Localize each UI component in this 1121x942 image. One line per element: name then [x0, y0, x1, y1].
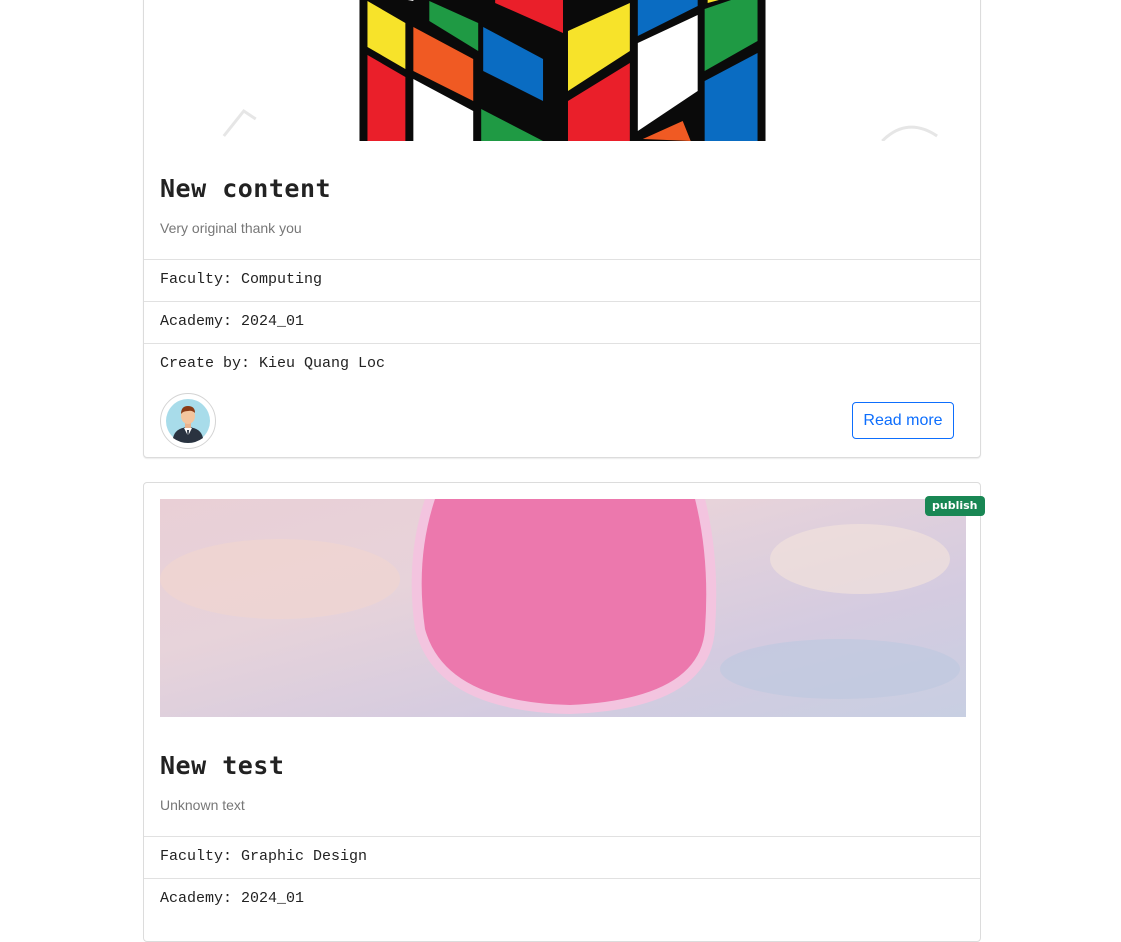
post-card: New content Very original thank you Facu… [143, 0, 981, 458]
post-academy-text: Academy: 2024_01 [160, 890, 304, 907]
creator-label: Create by: [160, 355, 251, 372]
academy-value: 2024_01 [241, 890, 305, 907]
post-title: New test [160, 751, 285, 780]
creator-value: Kieu Quang Loc [259, 355, 386, 372]
post-image-pink-blob [160, 499, 966, 717]
post-academy-row: Academy: 2024_01 [144, 301, 980, 343]
faculty-label: Faculty: [160, 848, 233, 865]
post-faculty-text: Faculty: Graphic Design [160, 848, 367, 865]
post-description: Unknown text [160, 797, 245, 813]
creator-avatar [160, 393, 216, 449]
post-academy-row: Academy: 2024_01 [144, 878, 980, 920]
read-more-button[interactable]: Read more [852, 402, 954, 439]
status-badge: publish [925, 496, 985, 516]
faculty-value: Computing [241, 271, 323, 288]
post-creator-text: Create by: Kieu Quang Loc [160, 355, 385, 372]
post-image-rubiks-cube [144, 0, 980, 141]
post-title: New content [160, 174, 332, 203]
academy-label: Academy: [160, 313, 233, 330]
faculty-label: Faculty: [160, 271, 233, 288]
post-faculty-text: Faculty: Computing [160, 271, 322, 288]
post-faculty-row: Faculty: Graphic Design [144, 836, 980, 878]
post-card: publish New test Unknown text Faculty: G… [143, 482, 985, 942]
post-faculty-row: Faculty: Computing [144, 259, 980, 301]
post-academy-text: Academy: 2024_01 [160, 313, 304, 330]
academy-label: Academy: [160, 890, 233, 907]
post-creator-row: Create by: Kieu Quang Loc [144, 343, 980, 457]
user-avatar-icon [166, 399, 210, 443]
faculty-value: Graphic Design [241, 848, 368, 865]
academy-value: 2024_01 [241, 313, 305, 330]
post-description: Very original thank you [160, 220, 302, 236]
